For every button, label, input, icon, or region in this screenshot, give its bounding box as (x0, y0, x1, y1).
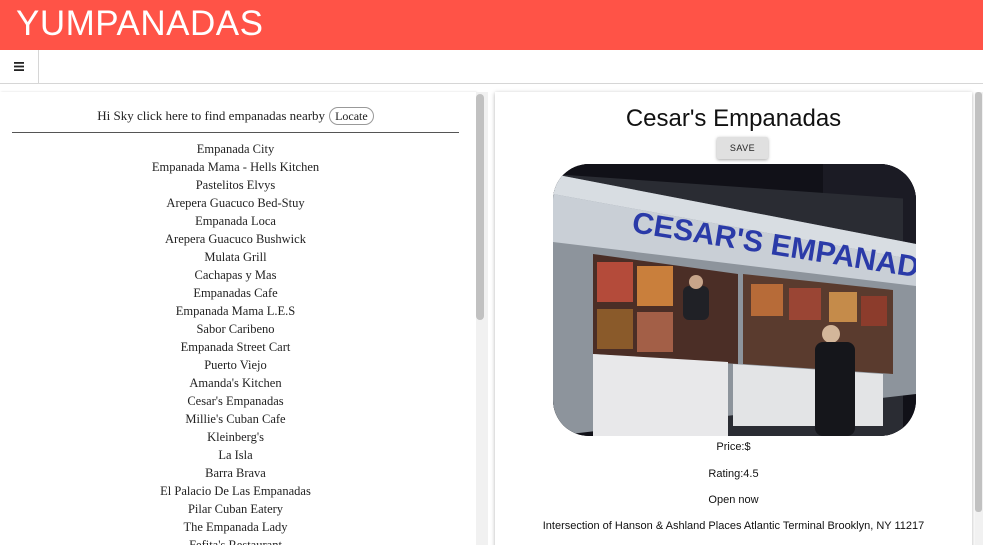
place-list-item[interactable]: Amanda's Kitchen (12, 374, 459, 392)
place-rating: Rating:4.5 (708, 468, 759, 480)
place-detail-card: Cesar's Empanadas SAVE CESAR'S EMPANADAS (495, 92, 972, 545)
page-scrollbar[interactable] (975, 92, 983, 545)
places-scrollbar-thumb[interactable] (476, 94, 484, 320)
place-list-item[interactable]: Barra Brava (12, 464, 459, 482)
place-list-item[interactable]: The Empanada Lady (12, 518, 459, 536)
place-list-item[interactable]: El Palacio De Las Empanadas (12, 482, 459, 500)
place-list-item[interactable]: Pastelitos Elvys (12, 176, 459, 194)
place-list-item[interactable]: Empanada Mama - Hells Kitchen (12, 158, 459, 176)
save-button[interactable]: SAVE (717, 137, 768, 159)
menu-button[interactable] (0, 50, 39, 83)
places-scrollbar[interactable] (476, 92, 488, 545)
place-list-item[interactable]: Arepera Guacuco Bushwick (12, 230, 459, 248)
place-list-item[interactable]: Empanada Street Cart (12, 338, 459, 356)
place-list-item[interactable]: Pilar Cuban Eatery (12, 500, 459, 518)
places-panel: Hi Sky click here to find empanadas near… (0, 92, 476, 545)
app-title: YUMPANADAS (16, 4, 264, 43)
place-list-item[interactable]: Empanada Mama L.E.S (12, 302, 459, 320)
place-photo: CESAR'S EMPANADAS (553, 164, 916, 436)
place-list-item[interactable]: Arepera Guacuco Bed-Stuy (12, 194, 459, 212)
place-list-item[interactable]: Mulata Grill (12, 248, 459, 266)
place-list-item[interactable]: Millie's Cuban Cafe (12, 410, 459, 428)
place-list-item[interactable]: Empanadas Cafe (12, 284, 459, 302)
toolbar (0, 50, 983, 84)
locate-greeting: Hi Sky click here to find empanadas near… (97, 108, 326, 123)
page-scrollbar-thumb[interactable] (975, 92, 982, 512)
places-list: Empanada City Empanada Mama - Hells Kitch… (12, 140, 459, 545)
place-list-item[interactable]: Sabor Caribeno (12, 320, 459, 338)
place-open-status: Open now (708, 494, 759, 506)
place-list-item[interactable]: Kleinberg's (12, 428, 459, 446)
locate-button[interactable]: Locate (329, 107, 374, 125)
place-list-item[interactable]: Empanada Loca (12, 212, 459, 230)
place-price: Price:$ (716, 441, 751, 453)
place-list-item[interactable]: Puerto Viejo (12, 356, 459, 374)
food-truck-image: CESAR'S EMPANADAS (553, 164, 916, 436)
locate-row: Hi Sky click here to find empanadas near… (12, 107, 459, 133)
hamburger-icon (14, 62, 24, 71)
app-bar: YUMPANADAS (0, 0, 983, 50)
place-list-item[interactable]: Fefita's Restaurant (12, 536, 459, 545)
place-address: Intersection of Hanson & Ashland Places … (542, 520, 925, 532)
place-list-item[interactable]: Cesar's Empanadas (12, 392, 459, 410)
place-list-item[interactable]: Cachapas y Mas (12, 266, 459, 284)
place-name: Cesar's Empanadas (625, 105, 842, 132)
place-list-item[interactable]: Empanada City (12, 140, 459, 158)
place-list-item[interactable]: La Isla (12, 446, 459, 464)
